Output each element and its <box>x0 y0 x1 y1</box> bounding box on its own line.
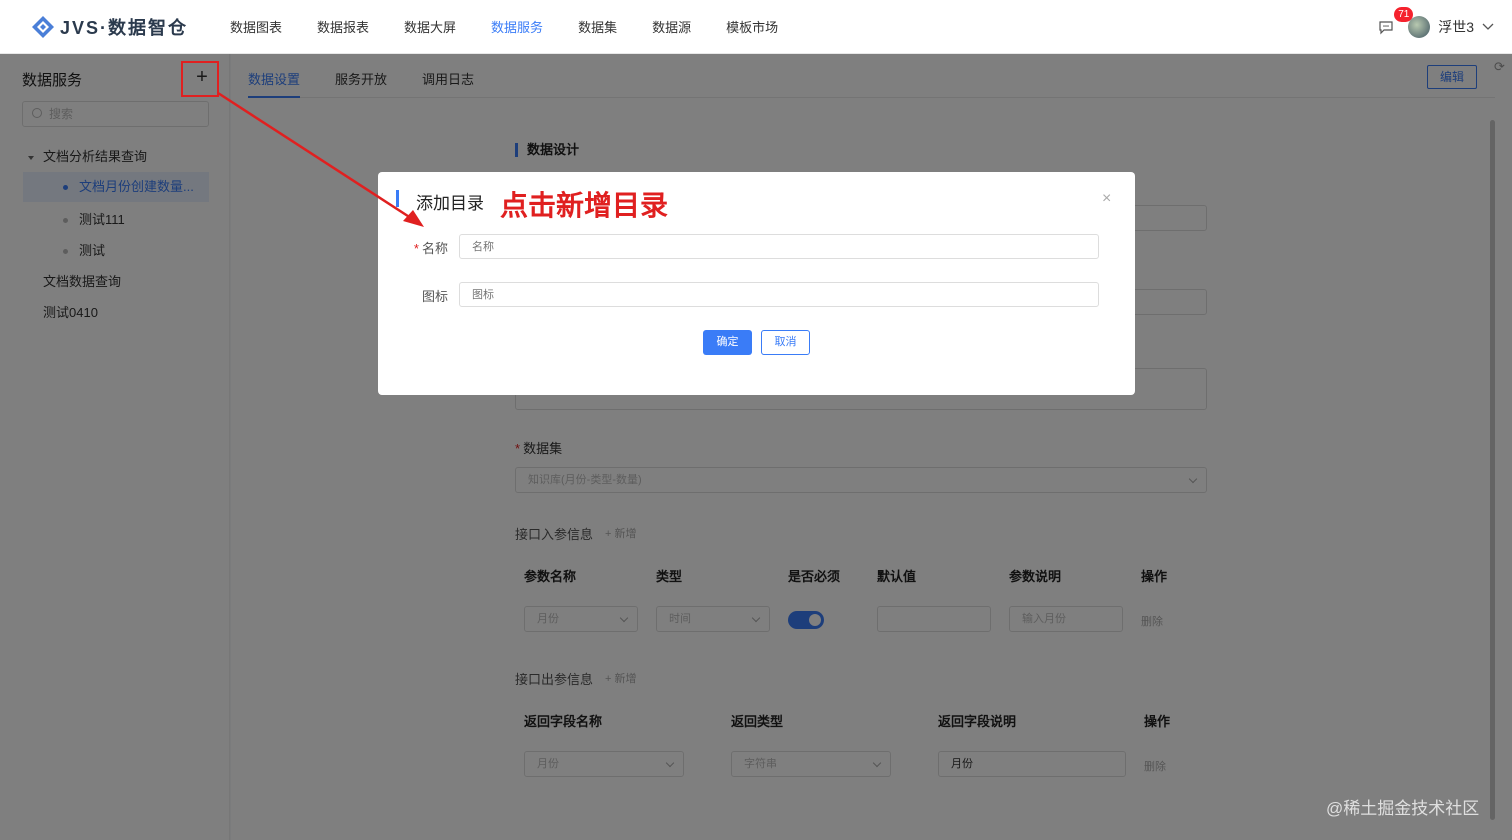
watermark: @稀土掘金技术社区 <box>1326 799 1480 818</box>
icon-label: 图标 <box>421 289 448 304</box>
nav-item-data-service[interactable]: 数据服务 <box>491 0 543 54</box>
nav-item-datasources[interactable]: 数据源 <box>652 0 691 54</box>
logo-icon <box>30 14 56 40</box>
user-area: 71 浮世3 <box>1378 0 1494 54</box>
annotation-text: 点击新增目录 <box>500 190 669 221</box>
nav-item-datasets[interactable]: 数据集 <box>578 0 617 54</box>
username[interactable]: 浮世3 <box>1438 17 1474 37</box>
cancel-button[interactable]: 取消 <box>761 330 810 355</box>
close-icon[interactable]: × <box>1102 190 1111 208</box>
dialog-title: 添加目录 <box>416 194 484 213</box>
nav-item-screens[interactable]: 数据大屏 <box>404 0 456 54</box>
title-accent-bar <box>396 190 399 207</box>
add-directory-dialog: 添加目录 点击新增目录 × *名称 图标 确定 取消 <box>378 172 1135 395</box>
logo[interactable]: JVS·数据智仓 <box>30 14 230 40</box>
notification-badge: 71 <box>1394 7 1414 22</box>
logo-text: JVS·数据智仓 <box>60 17 189 38</box>
avatar[interactable] <box>1408 16 1431 38</box>
name-label: * 名称 <box>413 241 448 256</box>
nav-item-template-market[interactable]: 模板市场 <box>726 0 778 54</box>
chevron-down-icon[interactable] <box>1482 23 1494 31</box>
highlight-box <box>181 61 219 97</box>
name-input[interactable] <box>459 234 1099 259</box>
message-icon[interactable]: 71 <box>1378 7 1414 37</box>
top-navbar: JVS·数据智仓 数据图表 数据报表 数据大屏 数据服务 数据集 数据源 模板市… <box>0 0 1512 54</box>
icon-input[interactable] <box>459 282 1099 307</box>
confirm-button[interactable]: 确定 <box>703 330 752 355</box>
nav-item-charts[interactable]: 数据图表 <box>230 0 282 54</box>
main-nav: 数据图表 数据报表 数据大屏 数据服务 数据集 数据源 模板市场 <box>230 0 813 54</box>
nav-item-reports[interactable]: 数据报表 <box>317 0 369 54</box>
